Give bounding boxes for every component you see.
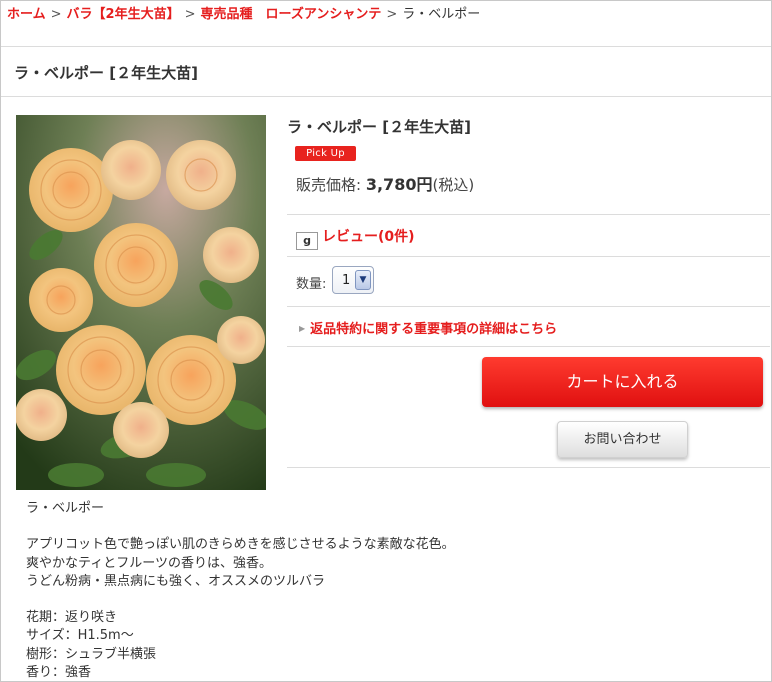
review-icon: g bbox=[296, 232, 318, 250]
quantity-label: 数量: bbox=[296, 277, 327, 292]
divider bbox=[1, 96, 771, 97]
spec-size: サイズ：H1.5m～ bbox=[26, 628, 134, 644]
inquiry-button[interactable]: お問い合わせ bbox=[557, 421, 688, 458]
divider bbox=[287, 346, 770, 347]
product-description: ラ・ベルポー アプリコット色で艶っぽい肌のきらめきを感じさせるような素敵な花色。… bbox=[26, 500, 455, 682]
returns-notice-link[interactable]: 返品特約に関する重要事項の詳細はこちら bbox=[310, 322, 557, 337]
price-label: 販売価格: bbox=[296, 176, 362, 194]
quantity-select[interactable]: 1 ▼ bbox=[332, 266, 374, 294]
triangle-right-icon: ▶ bbox=[299, 324, 306, 333]
price-value: 3,780円 bbox=[365, 175, 433, 194]
spec-habit: 樹形：シュラブ半横張 bbox=[26, 646, 157, 662]
breadcrumb-subcategory[interactable]: 専売品種 ローズアンシャンテ bbox=[200, 7, 381, 22]
divider bbox=[287, 306, 770, 307]
breadcrumb-home[interactable]: ホーム bbox=[7, 7, 46, 22]
product-image bbox=[16, 115, 266, 490]
divider bbox=[287, 467, 770, 468]
divider bbox=[287, 214, 770, 215]
spec-fragrance: 香り：強香 bbox=[26, 664, 92, 680]
breadcrumb-separator: > bbox=[386, 7, 398, 22]
quantity-value: 1 bbox=[342, 273, 351, 288]
add-to-cart-button[interactable]: カートに入れる bbox=[482, 357, 763, 407]
description-line: アプリコット色で艶っぽい肌のきらめきを感じさせるような素敵な花色。 bbox=[26, 537, 455, 553]
breadcrumb: ホーム > バラ【2年生大苗】 > 専売品種 ローズアンシャンテ > ラ・ベルポー bbox=[7, 3, 480, 22]
description-line: うどん粉病・黒点病にも強く、オススメのツルバラ bbox=[26, 573, 326, 589]
chevron-down-icon[interactable]: ▼ bbox=[355, 270, 371, 290]
review-link[interactable]: レビュー(0件) bbox=[322, 229, 415, 245]
review-row: g レビュー(0件) bbox=[296, 226, 415, 250]
breadcrumb-category[interactable]: バラ【2年生大苗】 bbox=[67, 7, 180, 22]
divider bbox=[1, 46, 771, 47]
breadcrumb-separator: > bbox=[184, 7, 196, 22]
divider bbox=[287, 256, 770, 257]
pickup-badge: Pick Up bbox=[295, 146, 356, 161]
price-tax: (税込) bbox=[432, 176, 475, 194]
rose-photo bbox=[16, 115, 266, 490]
spec-flowering: 花期：返り咲き bbox=[26, 610, 118, 626]
price: 販売価格: 3,780円(税込) bbox=[296, 171, 474, 195]
page-title: ラ・ベルポー [２年生大苗] bbox=[14, 64, 198, 82]
product-title: ラ・ベルポー [２年生大苗] bbox=[287, 118, 471, 136]
breadcrumb-separator: > bbox=[50, 7, 62, 22]
notice-row: ▶ 返品特約に関する重要事項の詳細はこちら bbox=[299, 318, 557, 337]
description-line: 爽やかなティとフルーツの香りは、強香。 bbox=[26, 555, 272, 571]
description-name: ラ・ベルポー bbox=[26, 501, 105, 516]
breadcrumb-current: ラ・ベルポー bbox=[402, 7, 481, 22]
